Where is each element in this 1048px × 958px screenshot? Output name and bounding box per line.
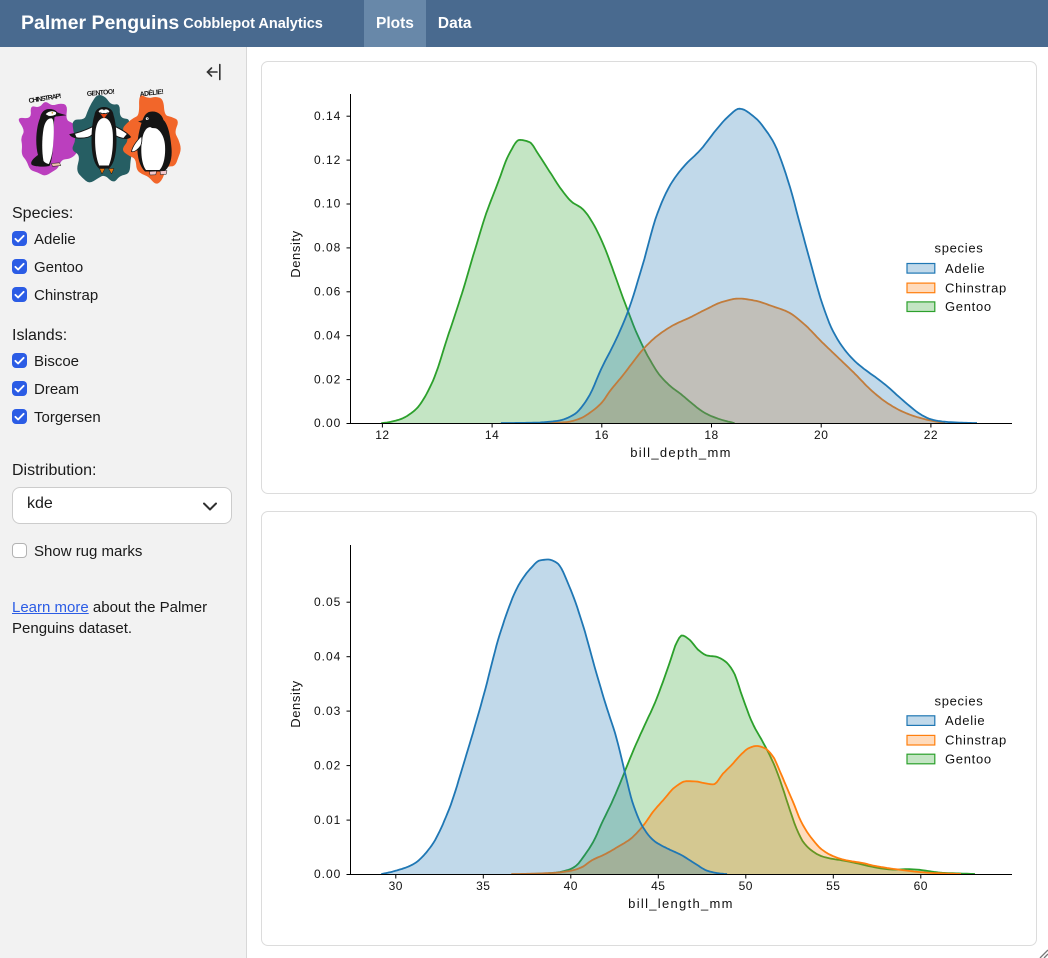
svg-text:22: 22 [924,428,938,442]
svg-text:0.02: 0.02 [314,758,341,772]
svg-text:Chinstrap: Chinstrap [945,280,1007,295]
svg-text:50: 50 [739,879,753,893]
svg-text:0.04: 0.04 [314,649,341,663]
svg-text:12: 12 [375,428,389,442]
svg-text:0.00: 0.00 [314,867,341,881]
svg-text:Density: Density [288,230,303,278]
svg-text:0.10: 0.10 [314,197,341,211]
svg-text:0.04: 0.04 [314,328,341,342]
svg-text:0.02: 0.02 [314,372,341,386]
svg-text:30: 30 [389,879,403,893]
svg-text:0.06: 0.06 [314,285,341,299]
svg-text:14: 14 [485,428,499,442]
svg-text:0.05: 0.05 [314,595,341,609]
svg-text:bill_depth_mm: bill_depth_mm [630,445,731,460]
svg-text:0.14: 0.14 [314,109,341,123]
svg-text:Chinstrap: Chinstrap [945,733,1007,748]
svg-text:0.01: 0.01 [314,813,341,827]
svg-text:Gentoo: Gentoo [945,299,992,314]
svg-text:20: 20 [814,428,828,442]
svg-text:0.00: 0.00 [314,416,341,430]
svg-text:0.12: 0.12 [314,153,341,167]
svg-text:ADÉLIE!: ADÉLIE! [139,88,164,98]
svg-text:18: 18 [704,428,718,442]
svg-text:species: species [935,241,984,256]
svg-text:40: 40 [564,879,578,893]
svg-text:GENTOO!: GENTOO! [87,89,116,98]
svg-text:Adelie: Adelie [945,713,985,728]
svg-text:0.08: 0.08 [314,241,341,255]
svg-text:Adelie: Adelie [945,261,985,276]
svg-text:16: 16 [595,428,609,442]
svg-text:35: 35 [476,879,490,893]
svg-text:Density: Density [288,680,303,728]
svg-text:55: 55 [826,879,840,893]
svg-text:Gentoo: Gentoo [945,752,992,767]
svg-text:45: 45 [651,879,665,893]
svg-text:species: species [935,694,984,709]
svg-text:bill_length_mm: bill_length_mm [628,896,734,911]
svg-text:60: 60 [914,879,928,893]
svg-text:0.03: 0.03 [314,704,341,718]
